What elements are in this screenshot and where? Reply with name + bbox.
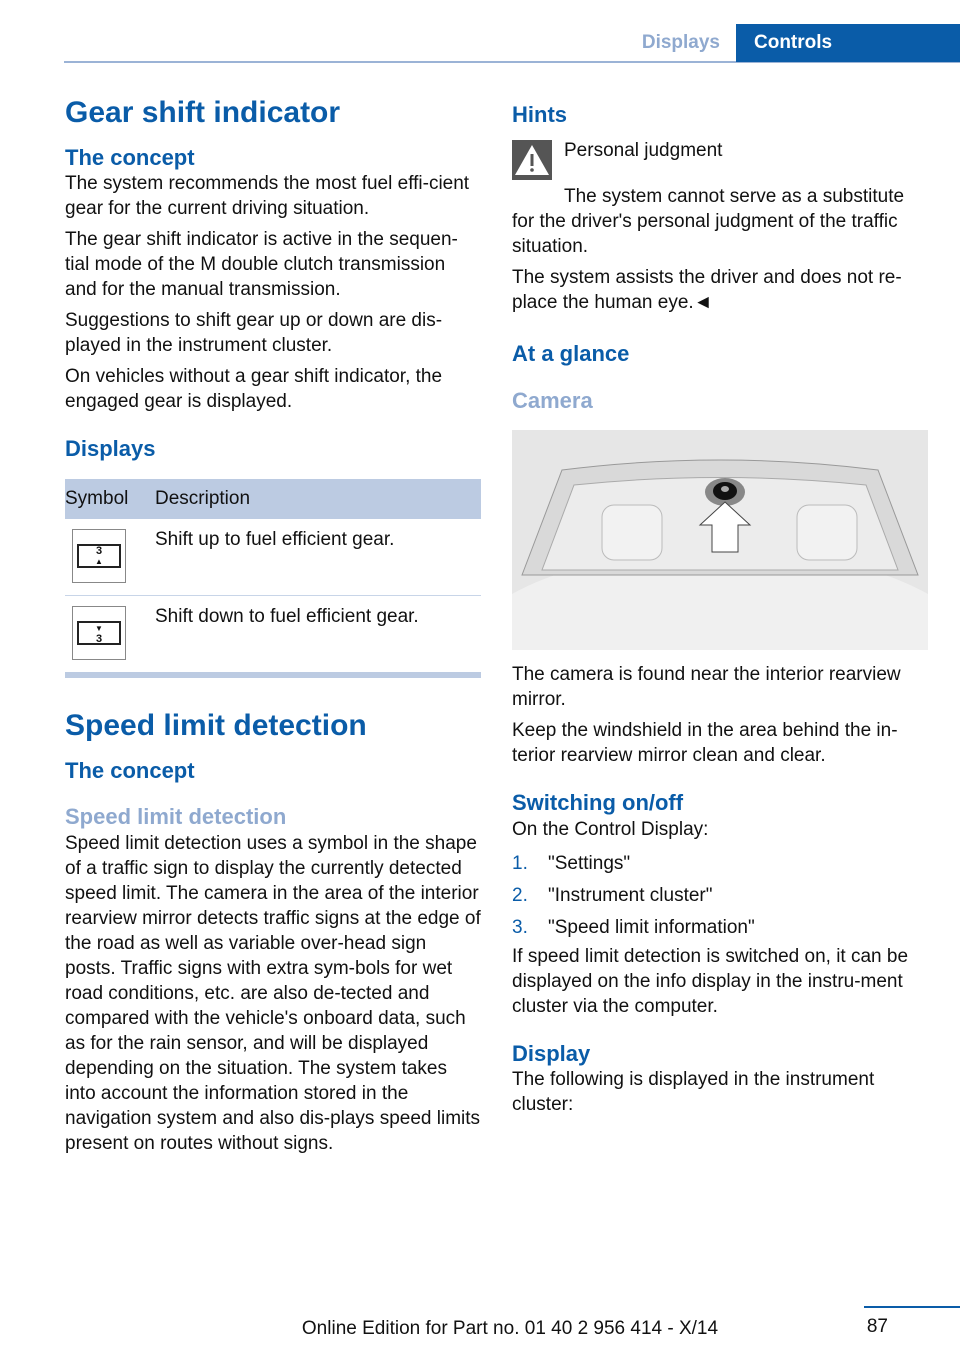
- heading-at-a-glance: At a glance: [512, 341, 630, 367]
- tab-controls[interactable]: Controls: [736, 24, 960, 62]
- paragraph: If speed limit detection is switched on,…: [512, 945, 909, 1017]
- heading-concept-2: The concept: [65, 757, 195, 783]
- steps-list: 1. "Settings" 2. "Instrument cluster" 3. "S…: [512, 848, 928, 944]
- right-column: Hints Personal judgment The system canno…: [512, 102, 928, 1117]
- heading-hints: Hints: [512, 102, 567, 127]
- section-title-speed-limit: Speed limit detection: [65, 708, 367, 742]
- warning-title: Personal judgment: [564, 140, 723, 162]
- warning-icon: [512, 140, 552, 181]
- paragraph: The following is displayed in the instru…: [512, 1068, 875, 1115]
- tab-displays[interactable]: Displays: [626, 24, 736, 62]
- list-item: 3. "Speed limit information": [512, 916, 755, 938]
- warning-text-2: The system assists the driver and does n…: [512, 267, 902, 314]
- warning-text: The system cannot serve as a substitute …: [512, 186, 905, 258]
- paragraph: On vehicles without a gear shift indicat…: [65, 366, 443, 413]
- paragraph: Suggestions to shift gear up or down are…: [65, 310, 443, 357]
- shift-up-icon: 3 ▲: [72, 528, 126, 583]
- subheading-speed-limit: Speed limit detection: [65, 804, 287, 830]
- footer-rule: [864, 1306, 960, 1308]
- subheading-camera: Camera: [512, 387, 593, 413]
- table-header-row: Symbol Description: [65, 478, 481, 519]
- column-header-description: Description: [155, 478, 481, 519]
- paragraph: On the Control Display:: [512, 818, 709, 840]
- list-item: 1. "Settings": [512, 852, 631, 874]
- row-description: Shift down to fuel efficient gear.: [155, 605, 419, 627]
- section-title-gear-shift: Gear shift indicator: [65, 96, 341, 129]
- left-column: Gear shift indicator The concept The sys…: [65, 95, 481, 1156]
- heading-display: Display: [512, 1040, 591, 1066]
- camera-location-illustration: [512, 430, 928, 651]
- column-header-symbol: Symbol: [65, 478, 155, 519]
- heading-switching: Switching on/off: [512, 790, 684, 816]
- warning-block: Personal judgment: [512, 134, 928, 181]
- paragraph: The camera is found near the interior re…: [512, 664, 901, 711]
- paragraph: The system recommends the most fuel effi…: [65, 173, 470, 220]
- heading-concept: The concept: [65, 145, 195, 170]
- paragraph: The gear shift indicator is active in th…: [65, 229, 458, 301]
- heading-displays: Displays: [65, 436, 156, 462]
- table-row: ▼ 3 Shift down to fuel efficient gear.: [65, 595, 481, 672]
- row-description: Shift up to fuel efficient gear.: [155, 518, 481, 596]
- symbol-table: Symbol Description 3 ▲ Shift up to fuel e…: [65, 478, 481, 672]
- list-item: 2. "Instrument cluster": [512, 884, 713, 906]
- edition-footer: Online Edition for Part no. 01 40 2 956 …: [301, 1318, 719, 1339]
- shift-down-icon: ▼ 3: [72, 605, 126, 660]
- table-row: 3 ▲ Shift up to fuel efficient gear.: [65, 518, 481, 596]
- table-bottom-rule: [65, 671, 481, 678]
- paragraph: Keep the windshield in the area behind t…: [512, 720, 898, 767]
- paragraph: Speed limit detection uses a symbol in t…: [65, 832, 481, 1154]
